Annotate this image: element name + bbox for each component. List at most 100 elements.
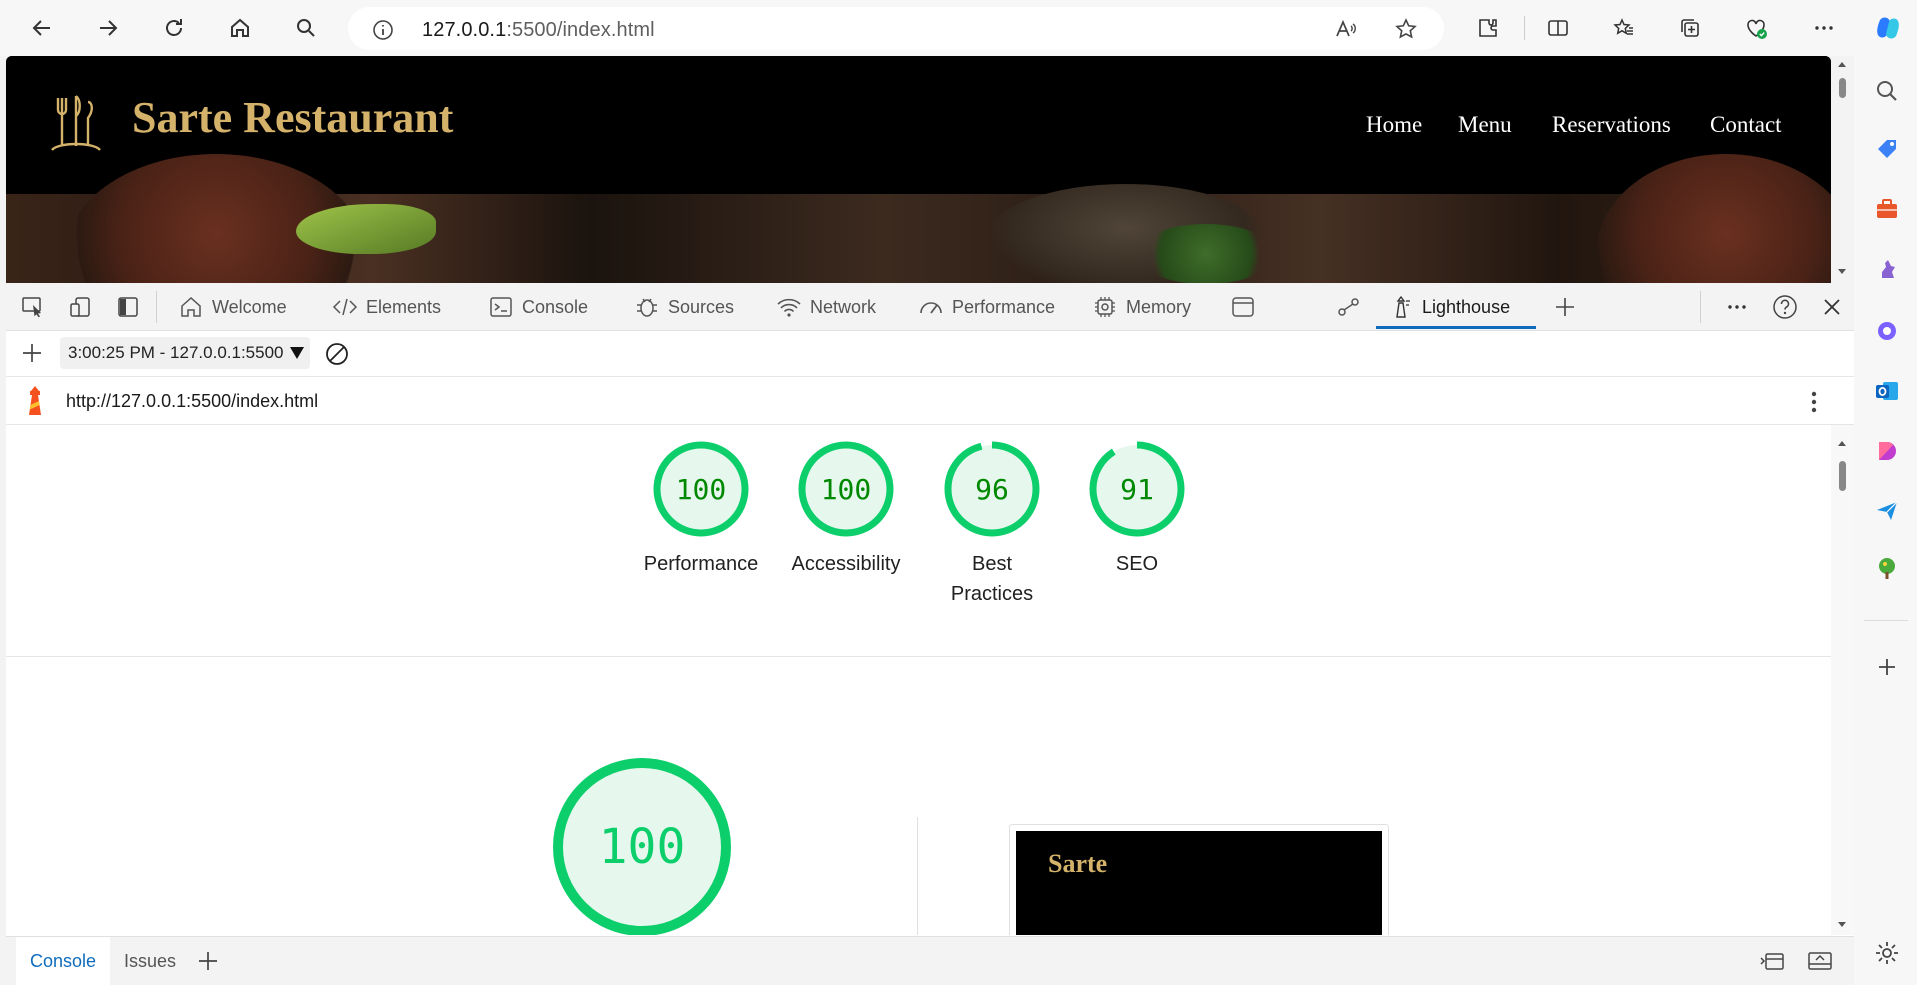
- tab-memory[interactable]: Memory: [1092, 295, 1191, 319]
- extensions-icon[interactable]: [1470, 10, 1506, 46]
- back-icon[interactable]: [24, 10, 60, 46]
- hero-image: [6, 154, 1831, 283]
- drawer-tab-issues[interactable]: Issues: [124, 937, 176, 985]
- edge-sidebar: [1854, 0, 1917, 985]
- page-viewport: Sarte Restaurant Home Menu Reservations …: [6, 56, 1831, 283]
- report-url: http://127.0.0.1:5500/index.html: [66, 391, 319, 411]
- network-graph-icon[interactable]: [1336, 295, 1362, 319]
- gauge-ring: 91: [1089, 441, 1185, 537]
- inspect-element-icon[interactable]: [20, 295, 46, 319]
- sidebar-search-icon[interactable]: [1874, 78, 1900, 104]
- tab-elements[interactable]: Elements: [332, 295, 441, 319]
- tab-separator: [156, 291, 157, 323]
- gauge-accessibility[interactable]: 100 Accessibility: [771, 439, 921, 579]
- report-scrollbar[interactable]: [1831, 425, 1854, 935]
- tab-welcome[interactable]: Welcome: [178, 295, 287, 319]
- nav-link-home[interactable]: Home: [1366, 112, 1422, 138]
- home-icon[interactable]: [222, 10, 258, 46]
- tab-performance[interactable]: Performance: [918, 295, 1055, 319]
- sidebar-divider: [1864, 620, 1908, 621]
- tab-console[interactable]: Console: [488, 295, 588, 319]
- search-icon[interactable]: [288, 10, 324, 46]
- console-tab-icon: [490, 297, 512, 317]
- nav-link-reservations[interactable]: Reservations: [1552, 112, 1671, 138]
- games-icon[interactable]: [1874, 256, 1900, 282]
- tab-network-label: Network: [810, 296, 877, 317]
- gauge-label: Accessibility: [791, 553, 901, 575]
- tab-elements-label: Elements: [366, 296, 442, 317]
- page-scrollbar[interactable]: [1831, 56, 1854, 283]
- address-url: 127.0.0.1:5500/index.html: [422, 19, 655, 41]
- site-title: Sarte Restaurant: [132, 93, 454, 142]
- send-icon[interactable]: [1874, 498, 1900, 524]
- nav-link-contact[interactable]: Contact: [1710, 112, 1782, 138]
- new-report-icon[interactable]: [20, 341, 44, 370]
- outlook-icon[interactable]: [1874, 378, 1900, 404]
- microsoft-365-icon[interactable]: [1874, 318, 1900, 344]
- chip-tab-icon: [1095, 297, 1115, 317]
- home-tab-icon: [181, 296, 201, 317]
- tree-icon[interactable]: [1874, 556, 1900, 582]
- close-devtools-icon[interactable]: [1820, 295, 1844, 319]
- bug-tab-icon: [637, 298, 657, 317]
- section-divider: [6, 656, 1831, 657]
- browser-essentials-icon[interactable]: [1738, 10, 1774, 46]
- favorite-star-icon[interactable]: [1394, 17, 1418, 41]
- active-tab-indicator: [1376, 326, 1536, 329]
- report-menu-icon[interactable]: [1808, 389, 1820, 420]
- add-tab-icon[interactable]: [1552, 295, 1578, 319]
- settings-gear-icon[interactable]: [1874, 940, 1900, 966]
- application-panel-icon[interactable]: [1230, 295, 1256, 319]
- tab-performance-label: Performance: [952, 296, 1056, 317]
- device-emulation-icon[interactable]: [68, 295, 94, 319]
- big-gauge-value: 100: [599, 819, 686, 875]
- tools-briefcase-icon[interactable]: [1874, 196, 1900, 222]
- drawer-tab-console[interactable]: Console: [16, 937, 111, 985]
- report-select[interactable]: 3:00:25 PM - 127.0.0.1:5500: [60, 337, 310, 369]
- gauge-value: 96: [975, 473, 1009, 506]
- quick-view-icon[interactable]: [1758, 949, 1786, 978]
- help-icon[interactable]: [1772, 295, 1798, 319]
- tab-lighthouse-label: Lighthouse: [1422, 296, 1511, 317]
- tab-sources[interactable]: Sources: [634, 295, 734, 319]
- address-bar[interactable]: 127.0.0.1:5500/index.html: [348, 7, 1444, 50]
- copilot-icon[interactable]: [1874, 14, 1900, 40]
- gauge-label: Performance: [643, 553, 759, 575]
- lighthouse-toolbar: 3:00:25 PM - 127.0.0.1:5500: [6, 331, 1854, 377]
- gauge-ring: 100: [653, 441, 749, 537]
- add-icon[interactable]: [1874, 654, 1900, 680]
- final-screenshot-thumbnail[interactable]: Sarte: [1009, 824, 1389, 935]
- gauge-value: 100: [821, 473, 872, 506]
- dock-side-icon[interactable]: [116, 295, 142, 319]
- forward-icon[interactable]: [90, 10, 126, 46]
- thumbnail-title: Sarte: [1048, 849, 1108, 878]
- gauge-label: SEO: [1115, 553, 1159, 575]
- shopping-tag-icon[interactable]: [1874, 136, 1900, 162]
- favorites-icon[interactable]: [1606, 10, 1642, 46]
- tab-network[interactable]: Network: [776, 295, 876, 319]
- fork-knife-logo-icon: [48, 92, 104, 156]
- read-aloud-icon[interactable]: [1334, 17, 1358, 41]
- browser-toolbar: 127.0.0.1:5500/index.html: [0, 0, 1917, 56]
- gauge-best-practices[interactable]: 96 Best Practices: [917, 439, 1067, 609]
- devtools-more-icon[interactable]: [1724, 295, 1750, 319]
- gauge-seo[interactable]: 91 SEO: [1062, 439, 1212, 579]
- code-tab-icon: [332, 298, 358, 316]
- refresh-icon[interactable]: [156, 10, 192, 46]
- clear-reports-icon[interactable]: [324, 341, 350, 372]
- collections-icon[interactable]: [1672, 10, 1708, 46]
- gauge-label: Best Practices: [950, 553, 1034, 605]
- dock-drawer-icon[interactable]: [1806, 949, 1834, 978]
- big-performance-gauge: 100: [550, 755, 734, 935]
- designer-icon[interactable]: [1874, 438, 1900, 464]
- tab-console-label: Console: [522, 296, 589, 317]
- gauge-performance[interactable]: 100 Performance: [626, 439, 776, 579]
- nav-link-menu[interactable]: Menu: [1458, 112, 1512, 138]
- split-screen-icon[interactable]: [1540, 10, 1576, 46]
- info-icon[interactable]: [372, 19, 393, 40]
- tab-lighthouse[interactable]: Lighthouse: [1388, 295, 1510, 319]
- more-icon[interactable]: [1806, 10, 1842, 46]
- gauge-tab-icon: [920, 302, 942, 314]
- drawer-add-tab-icon[interactable]: [196, 949, 220, 978]
- tab-separator: [1700, 291, 1701, 323]
